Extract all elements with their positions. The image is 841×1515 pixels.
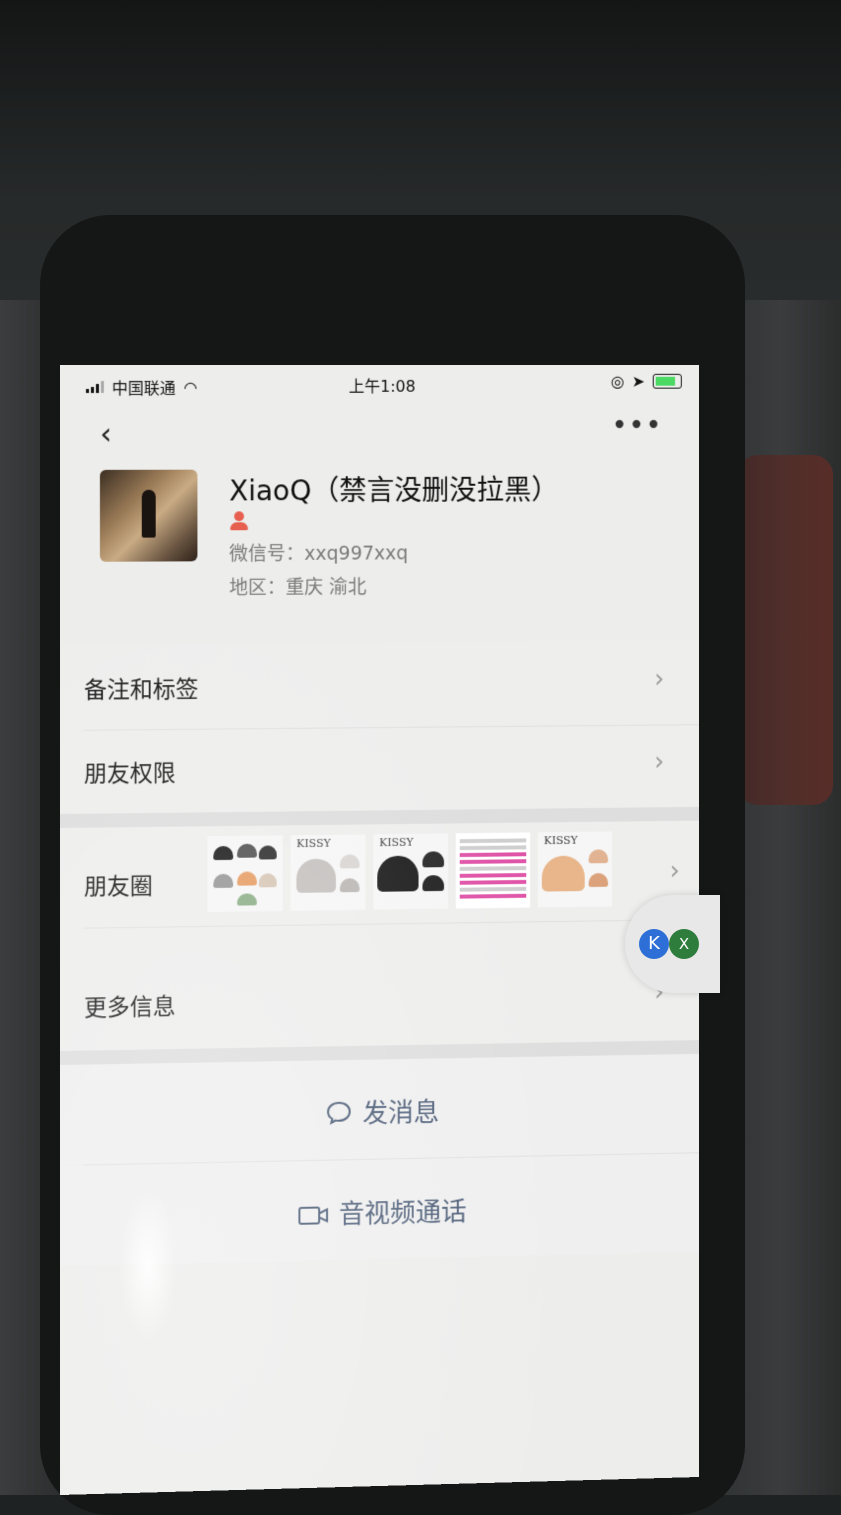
chevron-right-icon: › xyxy=(669,856,680,886)
moments-thumbnail[interactable] xyxy=(455,832,531,909)
remark-tags-label: 备注和标签 xyxy=(83,676,199,704)
video-call-label: 音视频通话 xyxy=(338,1197,467,1230)
moments-thumbnails: KISSY KISSY KISSY xyxy=(207,831,612,912)
avatar[interactable] xyxy=(99,469,198,562)
more-info-row[interactable]: 更多信息 › xyxy=(60,920,700,1051)
thumbnail-brand: KISSY xyxy=(296,836,331,851)
more-info-label: 更多信息 xyxy=(83,994,176,1022)
battery-icon xyxy=(652,373,682,389)
light-glare xyxy=(118,1185,178,1345)
friend-permission-row[interactable]: 朋友权限 › xyxy=(60,725,700,814)
video-camera-icon xyxy=(297,1203,329,1233)
profile-header: XiaoQ（禁言没删没拉黑） 微信号：xxq997xxq 地区：重庆 渝北 xyxy=(99,468,690,619)
send-message-button[interactable]: 发消息 xyxy=(60,1053,700,1165)
chevron-right-icon: › xyxy=(654,747,665,777)
background-object xyxy=(738,455,833,805)
moments-label: 朋友圈 xyxy=(83,873,153,901)
gender-female-icon xyxy=(229,511,249,531)
moments-row[interactable]: 朋友圈 KISSY KISSY KISSY › xyxy=(60,820,700,928)
remark-tags-row[interactable]: 备注和标签 › xyxy=(60,640,700,730)
moments-thumbnail[interactable] xyxy=(207,835,283,912)
back-button[interactable]: ‹ xyxy=(100,417,112,452)
profile-name: XiaoQ（禁言没删没拉黑） xyxy=(229,473,559,508)
thumbnail-brand: KISSY xyxy=(543,833,578,848)
chat-bubble-icon xyxy=(325,1100,353,1133)
wechat-id: 微信号：xxq997xxq xyxy=(229,542,409,566)
chevron-right-icon: › xyxy=(654,664,665,695)
floating-app-icon: X xyxy=(669,929,699,959)
friend-permission-label: 朋友权限 xyxy=(83,760,176,788)
more-options-button[interactable]: ••• xyxy=(611,408,662,441)
location-icon: ➤ xyxy=(631,371,645,391)
rotation-lock-icon: ◎ xyxy=(610,371,625,391)
moments-thumbnail[interactable]: KISSY xyxy=(373,833,448,910)
moments-thumbnail[interactable]: KISSY xyxy=(290,834,366,911)
thumbnail-brand: KISSY xyxy=(379,835,414,850)
status-bar: 中国联通 ◠ 上午1:08 ◎ ➤ xyxy=(60,365,699,401)
moments-thumbnail[interactable]: KISSY xyxy=(537,831,612,908)
floating-window-bubble[interactable]: K X xyxy=(625,895,720,993)
region: 地区：重庆 渝北 xyxy=(229,576,367,600)
floating-app-icon: K xyxy=(639,929,669,959)
send-message-label: 发消息 xyxy=(362,1098,440,1130)
status-time: 上午1:08 xyxy=(348,376,416,396)
